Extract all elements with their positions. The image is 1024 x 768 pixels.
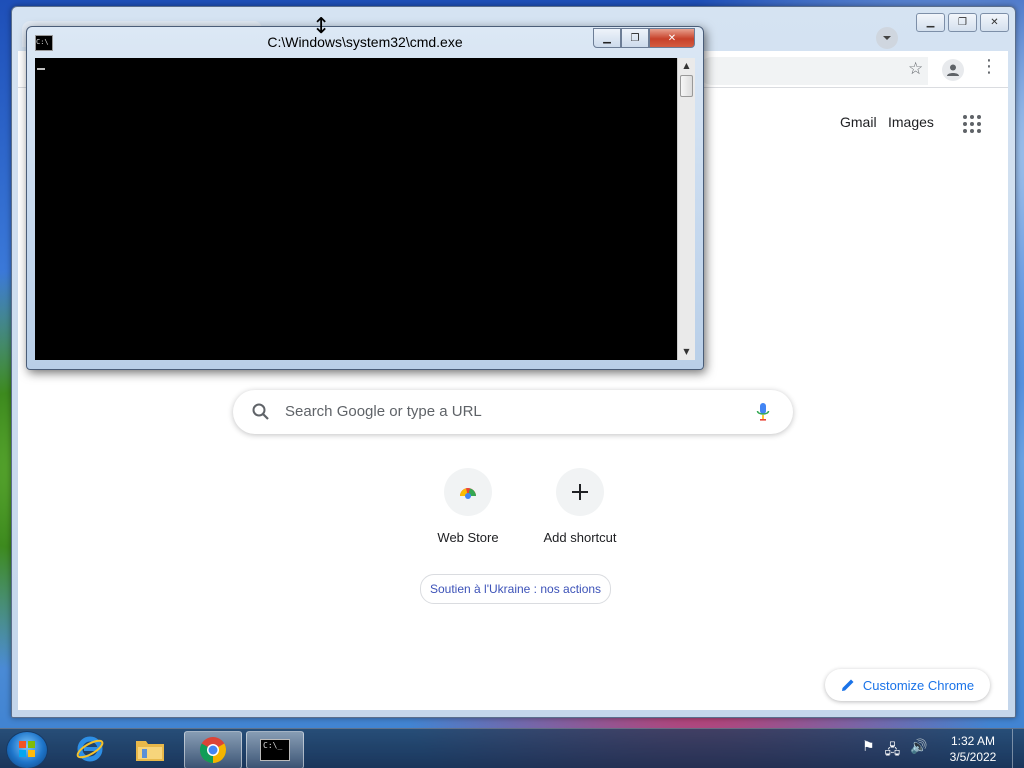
ukraine-support-link[interactable]: Soutien à l'Ukraine : nos actions <box>420 574 612 604</box>
gmail-link[interactable]: Gmail <box>840 114 877 130</box>
taskbar-file-explorer[interactable] <box>122 731 178 767</box>
person-icon <box>947 64 959 76</box>
chrome-window-controls: ▁ ❐ ✕ <box>916 13 1009 32</box>
search-icon <box>252 403 269 420</box>
web-store-tile <box>444 468 492 516</box>
start-button[interactable] <box>6 731 48 768</box>
cmd-window-controls: ▁ ❐ ✕ <box>593 28 695 48</box>
profile-button[interactable] <box>942 59 964 81</box>
cmd-close-button[interactable]: ✕ <box>649 28 695 48</box>
shortcut-label: Add shortcut <box>543 530 617 545</box>
customize-chrome-label: Customize Chrome <box>862 677 975 693</box>
chrome-icon <box>199 737 227 764</box>
cmd-minimize-button[interactable]: ▁ <box>593 28 621 48</box>
web-store-icon <box>460 488 476 499</box>
scroll-thumb[interactable] <box>680 75 693 97</box>
bookmark-star-icon[interactable]: ☆ <box>908 59 923 79</box>
customize-chrome-button[interactable]: Customize Chrome <box>825 669 990 701</box>
images-link[interactable]: Images <box>888 114 934 130</box>
desktop: ▁ ❐ ✕ ☆ ⋮ Gmail Images Search Google or … <box>0 0 1024 768</box>
microphone-icon[interactable] <box>755 402 771 422</box>
volume-icon[interactable]: 🔊 <box>910 739 927 763</box>
windows-logo-icon <box>19 741 35 757</box>
console-cursor <box>37 68 45 70</box>
scroll-down-arrow-icon[interactable]: ▼ <box>678 344 695 360</box>
shortcut-label: Web Store <box>437 530 499 545</box>
show-desktop-button[interactable] <box>1012 729 1024 768</box>
google-apps-icon[interactable] <box>962 114 982 134</box>
taskbar-cmd[interactable]: C:\_ <box>246 731 304 768</box>
clock-date: 3/5/2022 <box>949 750 997 764</box>
chevron-down-icon <box>883 36 891 40</box>
cmd-maximize-button[interactable]: ❐ <box>621 28 649 48</box>
scroll-up-arrow-icon[interactable]: ▲ <box>678 58 695 74</box>
action-center-flag-icon[interactable]: ⚑ <box>862 739 875 763</box>
search-placeholder: Search Google or type a URL <box>285 403 482 420</box>
shortcut-web-store[interactable]: Web Store <box>412 468 524 558</box>
add-shortcut-tile <box>556 468 604 516</box>
cmd-scrollbar[interactable]: ▲ ▼ <box>677 58 695 360</box>
internet-explorer-icon <box>76 736 104 762</box>
resize-cursor-icon: ↕ <box>312 14 331 39</box>
system-tray: ⚑ 🖧 🔊 <box>862 739 928 763</box>
chrome-maximize-button[interactable]: ❐ <box>948 13 977 32</box>
chrome-minimize-button[interactable]: ▁ <box>916 13 945 32</box>
search-box[interactable]: Search Google or type a URL <box>233 390 793 434</box>
clock-time: 1:32 AM <box>950 734 996 748</box>
taskbar-chrome[interactable] <box>184 731 242 768</box>
address-bar[interactable] <box>698 57 928 85</box>
cmd-taskbar-icon: C:\_ <box>260 739 290 761</box>
cmd-window: C:\ C:\Windows\system32\cmd.exe ▁ ❐ ✕ ▲ … <box>26 26 704 370</box>
plus-icon <box>572 484 588 500</box>
taskbar-clock[interactable]: 1:32 AM 3/5/2022 <box>940 733 1006 765</box>
tab-search-button[interactable] <box>876 27 898 49</box>
cmd-console[interactable] <box>35 58 677 360</box>
pencil-icon <box>841 679 854 691</box>
taskbar-internet-explorer[interactable] <box>62 731 118 767</box>
taskbar: C:\_ ⚑ 🖧 🔊 1:32 AM 3/5/2022 <box>0 728 1024 768</box>
chrome-close-button[interactable]: ✕ <box>980 13 1009 32</box>
more-menu-icon[interactable]: ⋮ <box>980 58 998 76</box>
folder-icon <box>136 741 164 761</box>
shortcut-add[interactable]: Add shortcut <box>524 468 636 558</box>
network-icon[interactable]: 🖧 <box>885 739 901 763</box>
